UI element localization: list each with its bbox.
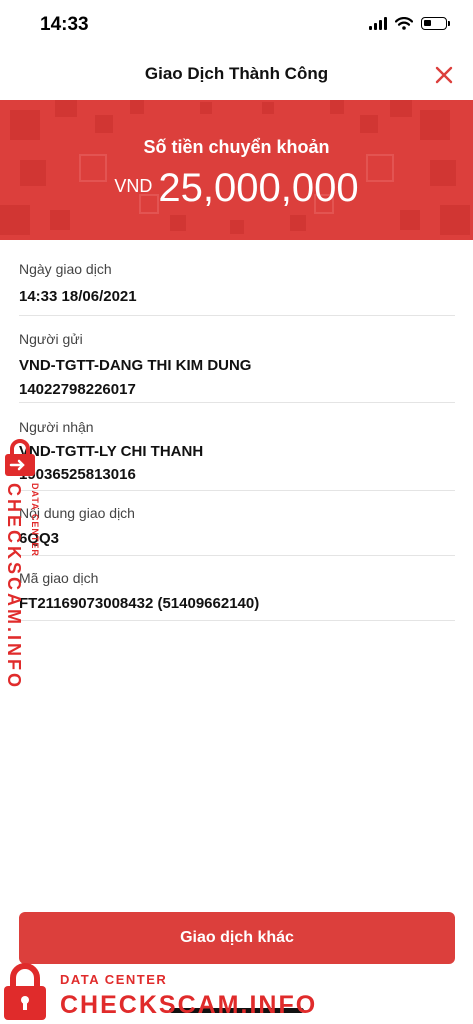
lock-icon — [5, 439, 35, 476]
sender-name: VND-TGTT-DANG THI KIM DUNG — [19, 357, 252, 374]
close-button[interactable] — [429, 60, 459, 90]
wifi-icon — [395, 17, 413, 30]
header: Giao Dịch Thành Công — [0, 50, 473, 100]
transaction-code-value: FT21169073008432 (51409662140) — [19, 595, 260, 612]
transaction-code-label: Mã giao dịch — [19, 570, 99, 586]
status-icons — [369, 17, 450, 30]
close-icon — [435, 66, 453, 84]
content-value: 6QQ3 — [19, 530, 60, 547]
status-time: 14:33 — [40, 14, 89, 35]
battery-icon — [421, 17, 450, 30]
watermark-side-main: CHECKSCAM.INFO — [4, 483, 24, 690]
receiver-name: VND-TGTT-LY CHI THANH — [19, 443, 204, 460]
detail-row-code: Mã giao dịch FT21169073008432 (514096621… — [19, 556, 455, 621]
amount-value: 25,000,000 — [158, 166, 359, 210]
date-label: Ngày giao dịch — [19, 261, 112, 277]
transfer-amount: VND 25,000,000 — [0, 166, 473, 211]
other-transaction-button[interactable]: Giao dịch khác — [19, 912, 455, 964]
cellular-signal-icon — [369, 17, 387, 30]
content-label: Nội dung giao dịch — [19, 505, 135, 521]
sender-label: Người gửi — [19, 331, 83, 347]
date-value: 14:33 18/06/2021 — [19, 288, 137, 305]
detail-row-sender: Người gửi VND-TGTT-DANG THI KIM DUNG 140… — [19, 316, 455, 403]
detail-row-content: Nội dung giao dịch 6QQ3 — [19, 491, 455, 556]
sender-account: 14022798226017 — [19, 381, 136, 398]
receiver-account: 19036525813016 — [19, 466, 136, 483]
page-title: Giao Dịch Thành Công — [144, 64, 329, 83]
watermark-bottom-sub: DATA CENTER — [60, 972, 168, 987]
watermark-bottom: DATA CENTER CHECKSCAM.INFO — [0, 960, 320, 1024]
status-bar: 14:33 — [0, 0, 473, 50]
detail-row-receiver: Người nhận VND-TGTT-LY CHI THANH 1903652… — [19, 403, 455, 491]
watermark-side: CHECKSCAM.INFO DATA CENTER — [0, 435, 44, 690]
watermark-bottom-main: CHECKSCAM.INFO — [60, 991, 318, 1019]
transfer-amount-label: Số tiền chuyển khoản — [143, 137, 330, 157]
detail-row-date: Ngày giao dịch 14:33 18/06/2021 — [19, 248, 455, 316]
lock-icon — [4, 963, 46, 1020]
receiver-label: Người nhận — [19, 419, 94, 435]
amount-banner: Số tiền chuyển khoản VND 25,000,000 — [0, 100, 473, 240]
transaction-details: Ngày giao dịch 14:33 18/06/2021 Người gử… — [19, 248, 455, 621]
currency-code: VND — [114, 176, 153, 196]
watermark-side-sub: DATA CENTER — [30, 483, 40, 557]
